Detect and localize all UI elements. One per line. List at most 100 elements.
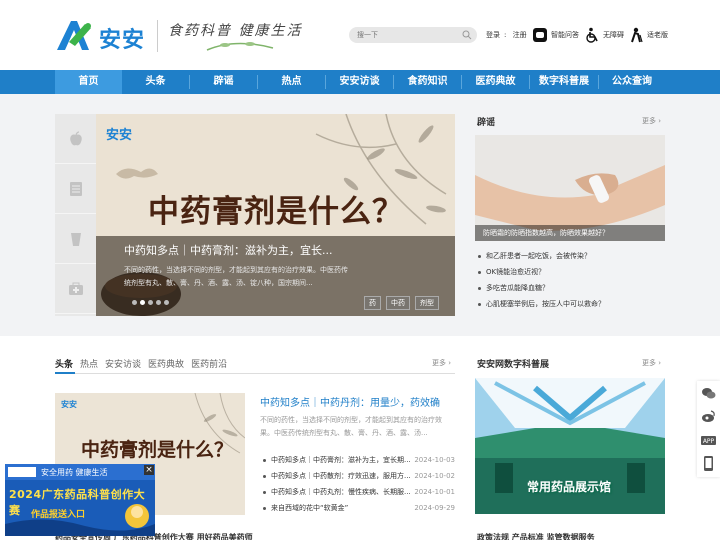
news-item-date: 2024-09-29 — [414, 504, 455, 512]
search-icon[interactable] — [462, 30, 472, 40]
accessibility-button[interactable]: 无障碍 — [584, 26, 624, 44]
news-item-title: 中药知多点｜中药丸剂：慢性疾病、长期服... — [271, 488, 411, 496]
rumor-more-link[interactable]: 更多 › — [642, 116, 661, 126]
promo-entry: 作品报送入口 — [31, 510, 86, 520]
slogan-leaf-icon — [206, 42, 274, 51]
banner-image-title: 中药膏剂是什么？ — [148, 194, 404, 230]
logo-text: 安安 — [99, 28, 146, 53]
chat-bubble-icon — [533, 28, 547, 42]
register-link[interactable]: 注册 — [513, 31, 527, 39]
tag[interactable]: 药 — [364, 296, 381, 310]
nav-hot[interactable]: 热点 — [258, 70, 325, 94]
nav-food-drug-knowledge[interactable]: 食药知识 — [394, 70, 461, 94]
rumor-feature-caption: 防晒霜的防晒指数越高，防晒效果越好？ — [475, 225, 665, 241]
tag[interactable]: 中药 — [386, 296, 410, 310]
floating-share-bar: APP — [697, 381, 720, 477]
promo-slogan: 安全用药 健康生活 — [41, 468, 108, 477]
nav-home[interactable]: 首页 — [55, 70, 122, 94]
thumbnail-logo: 安安 — [61, 400, 77, 409]
nav-interviews[interactable]: 安安访谈 — [326, 70, 393, 94]
news-item-title: 来自西域的花中“软黄金” — [271, 504, 349, 512]
side-tab-apple[interactable] — [55, 114, 96, 164]
tab-hot[interactable]: 热点 — [80, 357, 98, 370]
news-item-date: 2024-10-03 — [414, 456, 455, 464]
main-nav: 首页 头条 辟谣 热点 安安访谈 食药知识 医药典故 数字科普展 公众查询 — [0, 70, 720, 94]
list-item[interactable]: 来自西域的花中“软黄金” 2024-09-29 — [262, 500, 455, 516]
nav-rumors[interactable]: 辟谣 — [190, 70, 257, 94]
news-headline[interactable]: 中药知多点｜中药丹剂：用量少，药效确 — [260, 394, 440, 409]
carousel-dot[interactable] — [148, 300, 153, 305]
carousel-dot[interactable] — [132, 300, 137, 305]
nav-headlines[interactable]: 头条 — [122, 70, 189, 94]
side-tab-cup[interactable] — [55, 214, 96, 264]
apple-icon — [69, 130, 82, 145]
tab-frontier[interactable]: 医药前沿 — [191, 357, 227, 370]
news-list: 中药知多点｜中药膏剂：滋补为主，宜长期... 2024-10-03 中药知多点｜中… — [262, 452, 455, 516]
wechat-icon[interactable] — [701, 386, 716, 401]
carousel-dot[interactable] — [156, 300, 161, 305]
list-item[interactable]: 中药知多点｜中药膏剂：滋补为主，宜长期... 2024-10-03 — [262, 452, 455, 468]
nav-public-query[interactable]: 公众查询 — [599, 70, 665, 94]
tab-allusions[interactable]: 医药典故 — [148, 357, 184, 370]
nav-medical-allusions[interactable]: 医药典故 — [462, 70, 529, 94]
list-item[interactable]: 中药知多点｜中药丸剂：慢性疾病、长期服... 2024-10-01 — [262, 484, 455, 500]
tabs-divider — [55, 373, 455, 374]
rumor-feature-image[interactable]: 防晒霜的防晒指数越高，防晒效果越好？ — [475, 135, 665, 241]
expo-feature-image[interactable]: 常用药品展示馆 — [475, 378, 665, 514]
promo-popup[interactable]: 安全用药 健康生活 2024广东药品科普创作大赛 作品报送入口 — [5, 464, 155, 536]
header-divider — [157, 20, 158, 52]
expo-more-link[interactable]: 更多 › — [642, 358, 661, 368]
elderly-mode-button[interactable]: 适老版 — [628, 26, 668, 44]
side-tab-document[interactable] — [55, 164, 96, 214]
wheelchair-icon — [586, 27, 598, 43]
weibo-icon[interactable] — [701, 409, 716, 424]
banner-slide[interactable]: 安安 中药膏剂是什么？ 中药知多点｜中药膏剂：滋补为主，宜长... 不同的药性，… — [96, 114, 455, 316]
side-tab-medkit[interactable] — [55, 264, 96, 314]
banner-description: 不同的药性，当选择不同的剂型，才能起到其应有的治疗效果。中医药传统剂型有丸、散、… — [124, 266, 348, 287]
expo-hall-label: 常用药品展示馆 — [527, 480, 612, 494]
medical-kit-icon — [68, 282, 83, 295]
news-item-date: 2024-10-02 — [414, 472, 455, 480]
news-image-title: 中药膏剂是什么？ — [81, 439, 234, 461]
news-more-link[interactable]: 更多 › — [432, 358, 451, 368]
list-item[interactable]: 中药知多点｜中药散剂：疗效迅速，服用方... 2024-10-02 — [262, 468, 455, 484]
search-input[interactable] — [357, 28, 457, 42]
document-icon — [69, 181, 82, 196]
rumor-section-title: 辟谣 — [477, 118, 496, 128]
smart-qa-label: 智能问答 — [551, 31, 579, 39]
elderly-person-icon — [631, 27, 643, 43]
site-header: 安安 食药科普 健康生活 登录: 注册 智能问答 无障碍 — [0, 0, 720, 70]
site-logo[interactable]: 安安 — [55, 18, 146, 53]
active-tab-underline — [55, 372, 75, 374]
tab-interviews[interactable]: 安安访谈 — [105, 357, 141, 370]
news-item-title: 中药知多点｜中药膏剂：滋补为主，宜长期... — [271, 456, 411, 464]
news-tabs: 头条 热点 安安访谈 医药典故 医药前沿 — [55, 357, 227, 370]
list-item[interactable]: 多吃苦瓜能降血糖？ — [477, 280, 665, 296]
list-item[interactable]: 心肌梗塞举例后，按压人中可以救命？ — [477, 296, 665, 312]
nav-digital-expo[interactable]: 数字科普展 — [530, 70, 598, 94]
list-item[interactable]: OK镜能治愈近视？ — [477, 264, 665, 280]
auth-links: 登录: 注册 — [486, 31, 527, 39]
app-icon[interactable]: APP — [701, 433, 716, 448]
expo-section-title: 安安网数字科普展 — [477, 360, 550, 370]
news-summary: 不同的药性，当选择不同的剂型，才能起到其应有的治疗效果。中医药传统剂型有丸、散、… — [260, 416, 442, 437]
banner-carousel: 安安 中药膏剂是什么？ 中药知多点｜中药膏剂：滋补为主，宜长... 不同的药性，… — [55, 114, 455, 316]
banner-tags: 药 中药 剂型 — [364, 296, 439, 310]
svg-text:APP: APP — [703, 438, 715, 445]
login-link[interactable]: 登录 — [486, 31, 500, 39]
close-icon[interactable]: × — [144, 465, 154, 475]
search-box[interactable] — [349, 27, 477, 43]
banner-logo: 安安 — [106, 128, 133, 143]
banner-heading[interactable]: 中药知多点｜中药膏剂：滋补为主，宜长... — [124, 242, 333, 258]
carousel-dots — [132, 300, 169, 305]
carousel-dot-active[interactable] — [140, 300, 145, 305]
bottom-section-right[interactable]: 政策法规 产品标准 监管数据服务 — [477, 532, 595, 540]
mobile-phone-icon[interactable] — [701, 456, 716, 471]
carousel-dot[interactable] — [164, 300, 169, 305]
tag[interactable]: 剂型 — [415, 296, 439, 310]
news-item-title: 中药知多点｜中药散剂：疗效迅速，服用方... — [271, 472, 411, 480]
list-item[interactable]: 和乙肝患者一起吃饭，会被传染？ — [477, 248, 665, 264]
smart-qa-button[interactable]: 智能问答 — [532, 26, 579, 44]
tab-headlines[interactable]: 头条 — [55, 357, 73, 370]
rumor-list: 和乙肝患者一起吃饭，会被传染？ OK镜能治愈近视？ 多吃苦瓜能降血糖？ 心肌梗塞… — [477, 248, 665, 312]
